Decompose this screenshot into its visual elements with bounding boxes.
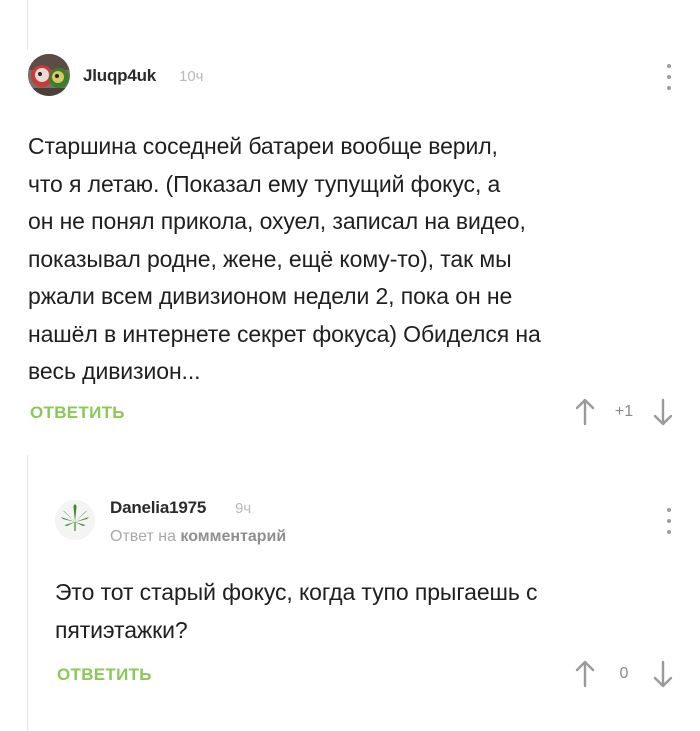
reply-target-link[interactable]: комментарий [180,528,286,545]
vote-controls: +1 [574,397,674,427]
thread-line [27,0,28,50]
comment-header: Danelia1975 9ч Ответ на комментарий [55,492,688,552]
avatar[interactable] [28,54,70,96]
more-vertical-icon[interactable] [662,508,676,534]
thread-line [27,455,28,731]
vote-controls: 0 [574,659,674,689]
comment-footer: ОТВЕТИТЬ +1 [28,395,688,435]
reply-prefix: Ответ на [110,528,176,545]
comment-footer: ОТВЕТИТЬ 0 [55,657,688,697]
cannabis-leaf-icon [55,500,95,540]
arrow-up-icon[interactable] [574,397,596,427]
arrow-down-icon[interactable] [652,397,674,427]
arrow-down-icon[interactable] [652,659,674,689]
comment-header: Jluqp4uk 10ч [28,52,688,104]
comment: Jluqp4uk 10ч Старшина соседней батареи в… [28,52,688,435]
reply-to-line: Ответ на комментарий [110,528,286,546]
reply-button[interactable]: ОТВЕТИТЬ [57,665,152,685]
more-vertical-icon[interactable] [662,64,676,90]
comment-reply: Danelia1975 9ч Ответ на комментарий Это … [55,492,688,697]
username[interactable]: Danelia1975 [110,498,206,518]
username[interactable]: Jluqp4uk [83,66,156,86]
vote-score: 0 [619,665,629,682]
comment-text: Это тот старый фокус, когда тупо прыгаеш… [55,579,538,643]
arrow-up-icon[interactable] [574,659,596,689]
avatar-image [28,54,70,96]
comment-text: Старшина соседней батареи вообще верил, … [28,133,541,384]
vote-score: +1 [614,402,634,420]
timestamp: 9ч [235,500,252,517]
avatar[interactable] [55,500,95,540]
reply-button[interactable]: ОТВЕТИТЬ [30,403,125,423]
timestamp: 10ч [179,68,204,85]
